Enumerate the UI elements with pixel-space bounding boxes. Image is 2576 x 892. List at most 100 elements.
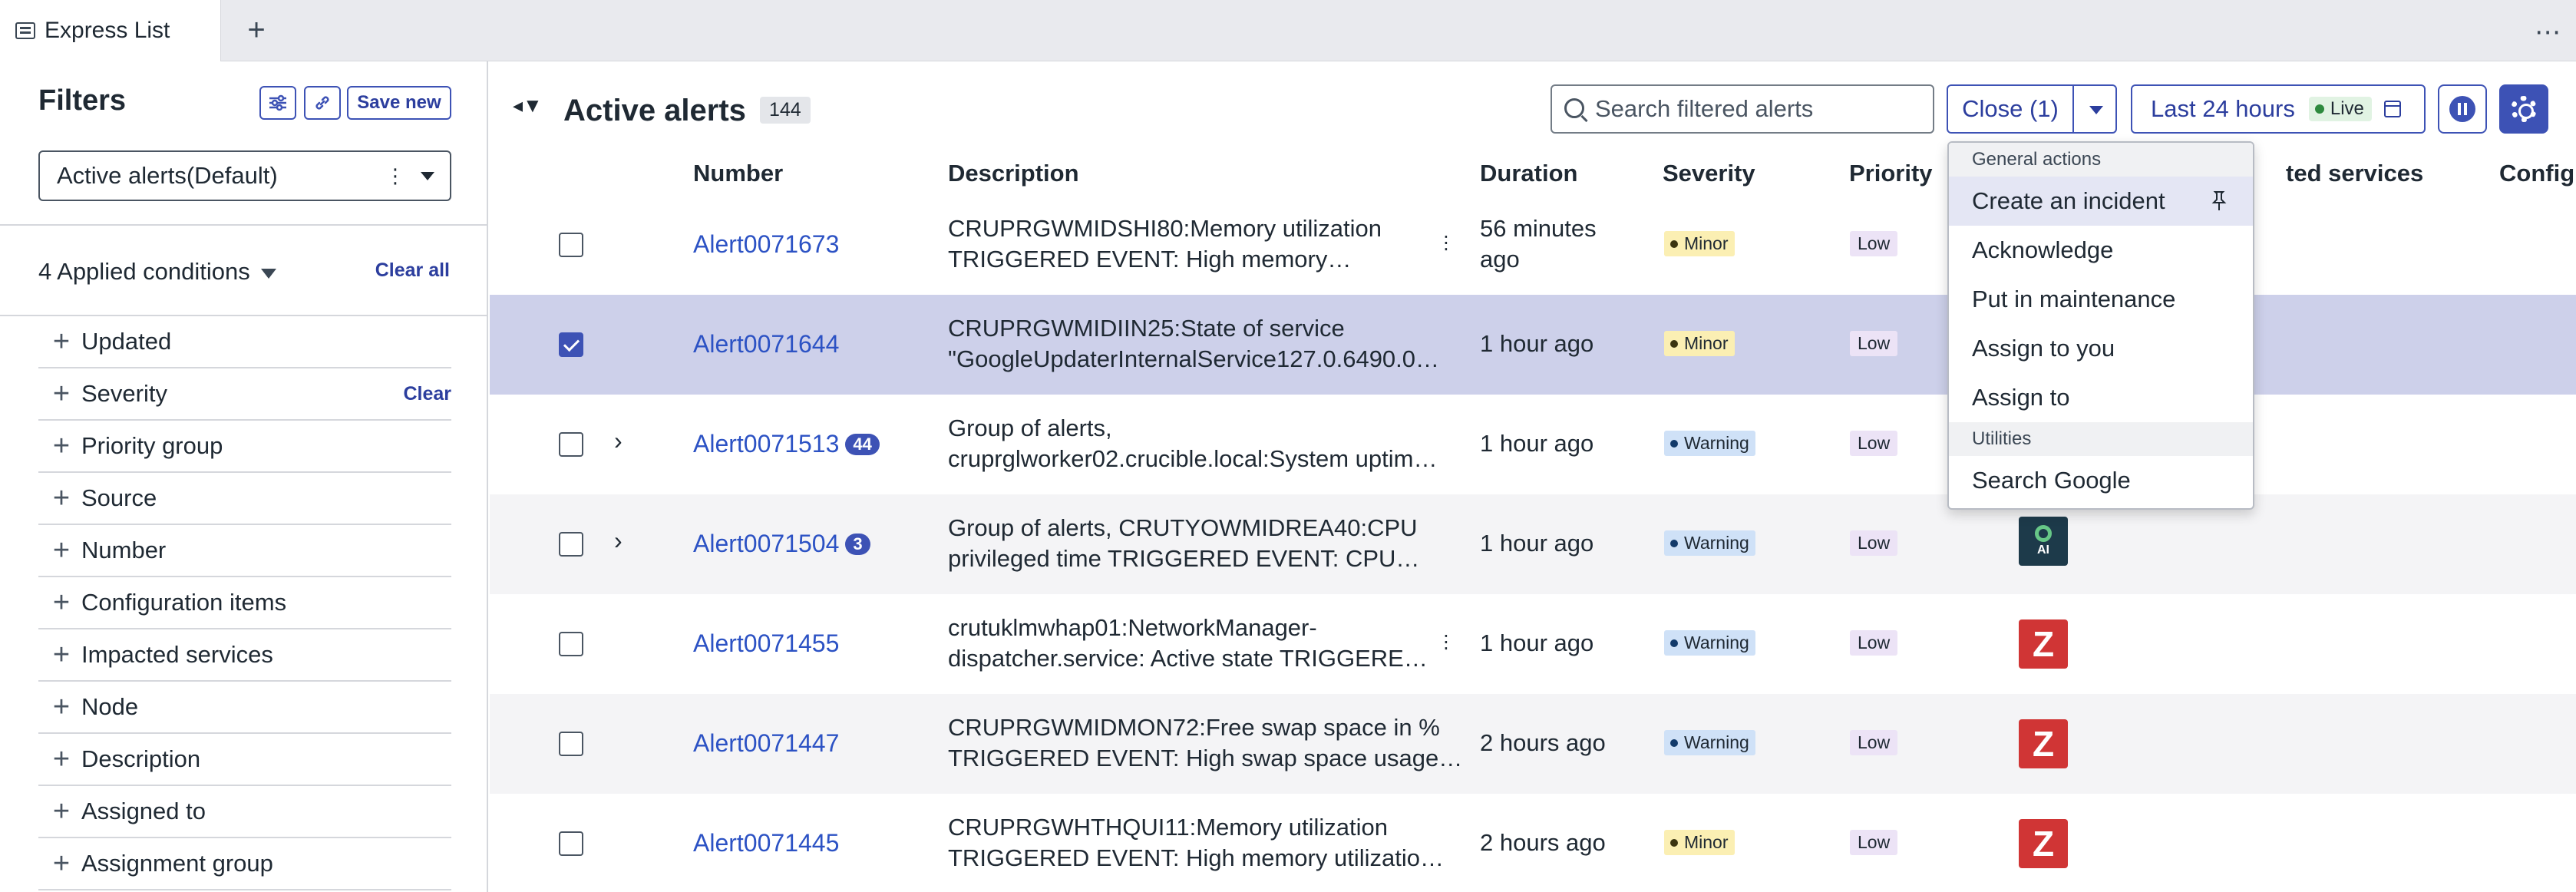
alert-number-link[interactable]: Alert0071513 44 [693,430,880,458]
column-number[interactable]: Number [693,160,783,187]
table-row[interactable]: › Alert0071513 44 Group of alerts, cruprglwo… [490,395,2576,494]
row-checkbox[interactable] [559,831,583,856]
alert-number[interactable]: Alert0071455 [693,629,839,658]
plus-icon[interactable]: + [38,430,81,463]
list-icon [15,22,35,39]
alert-number-link[interactable]: Alert0071455 [693,629,839,658]
row-checkbox[interactable] [559,632,583,656]
menu-item-put-in-maintenance[interactable]: Put in maintenance [1949,275,2253,324]
alert-number[interactable]: Alert0071504 [693,530,839,558]
chevron-right-icon[interactable]: › [614,527,623,555]
alert-number[interactable]: Alert0071513 [693,430,839,458]
plus-icon[interactable]: + [38,691,81,724]
description-line: CRUPRGWHTHQUI11:Memory utilization [948,814,1389,841]
clear-condition-link[interactable]: Clear [403,383,451,405]
filter-condition-source[interactable]: + Source [38,473,451,525]
pin-icon[interactable] [2211,190,2227,212]
alert-description: CRUPRGWMIDIIN25:State of service "GoogleU… [948,313,1478,375]
plus-icon[interactable]: + [38,586,81,619]
alert-number[interactable]: Alert0071644 [693,330,839,358]
severity-dot-icon [1670,439,1678,448]
plus-icon[interactable]: + [38,743,81,776]
row-checkbox[interactable] [559,732,583,756]
pause-button[interactable] [2438,84,2487,134]
column-severity[interactable]: Severity [1663,160,1755,187]
filter-condition-assignment-group[interactable]: + Assignment group [38,838,451,890]
clear-all-link[interactable]: Clear all [375,259,450,282]
column-impacted-services[interactable]: ted services [2286,160,2423,187]
row-checkbox[interactable] [559,233,583,257]
severity-badge: Warning [1664,630,1755,656]
kebab-icon[interactable]: ⋮ [1437,232,1455,254]
table-row[interactable]: Alert0071644 CRUPRGWMIDIIN25:State of ser… [490,295,2576,395]
chevron-right-icon[interactable]: › [614,427,623,455]
filter-condition-number[interactable]: + Number [38,525,451,577]
alert-number-link[interactable]: Alert0071445 [693,829,839,857]
alert-number-link[interactable]: Alert0071644 [693,330,839,358]
copy-link-button[interactable] [304,86,341,120]
table-row[interactable]: Alert0071455 crutuklmwhap01:NetworkManage… [490,594,2576,694]
alert-number-link[interactable]: Alert0071447 [693,729,839,758]
divider [0,224,488,226]
alert-number-link[interactable]: Alert0071673 [693,230,839,259]
duration-line: 1 hour ago [1480,330,1594,357]
table-row[interactable]: Alert0071673 CRUPRGWMIDSHI80:Memory utili… [490,195,2576,295]
close-button[interactable]: Close (1) [1948,86,2074,132]
filter-condition-priority-group[interactable]: + Priority group [38,421,451,473]
table-row[interactable]: Alert0071445 CRUPRGWHTHQUI11:Memory utili… [490,794,2576,892]
kebab-icon[interactable]: ⋮ [385,164,405,188]
time-range-button[interactable]: Last 24 hours Live [2131,84,2426,134]
menu-item-search-google[interactable]: Search Google [1949,456,2253,505]
plus-icon[interactable]: + [38,325,81,358]
filter-condition-description[interactable]: + Description [38,734,451,786]
plus-icon[interactable]: + [38,482,81,515]
condition-label: Impacted services [81,641,273,668]
row-checkbox[interactable] [559,432,583,457]
alert-number[interactable]: Alert0071445 [693,829,839,857]
search-input[interactable]: Search filtered alerts [1551,84,1934,134]
settings-button[interactable] [2499,84,2548,134]
priority-badge: Low [1850,830,1898,855]
close-actions-dropdown-button[interactable] [2074,86,2115,132]
kebab-icon[interactable]: ⋮ [1437,631,1455,653]
alert-number-link[interactable]: Alert0071504 3 [693,530,870,558]
menu-item-create-an-incident[interactable]: Create an incident [1949,177,2253,226]
duration-line: 56 minutes [1480,215,1597,242]
menu-item-acknowledge[interactable]: Acknowledge [1949,226,2253,275]
filter-condition-assigned-to[interactable]: + Assigned to [38,786,451,838]
row-checkbox[interactable] [559,332,583,357]
alert-number[interactable]: Alert0071673 [693,230,839,259]
plus-icon[interactable]: + [38,534,81,567]
filter-condition-impacted-services[interactable]: + Impacted services [38,629,451,682]
description-line: TRIGGERED EVENT: High swap space usage… [948,745,1463,771]
column-duration[interactable]: Duration [1480,160,1577,187]
save-new-button[interactable]: Save new [347,86,451,120]
menu-group-utilities: Utilities [1949,422,2253,456]
plus-icon[interactable]: + [38,639,81,672]
filter-condition-updated[interactable]: + Updated [38,316,451,368]
collapse-filters-icon[interactable]: ◂▼ [513,94,543,117]
view-select[interactable]: Active alerts(Default) ⋮ [38,150,451,201]
table-row[interactable]: Alert0071447 CRUPRGWMIDMON72:Free swap sp… [490,694,2576,794]
column-description[interactable]: Description [948,160,1079,187]
alert-number[interactable]: Alert0071447 [693,729,839,758]
menu-item-assign-to[interactable]: Assign to [1949,373,2253,422]
column-priority[interactable]: Priority [1849,160,1933,187]
chevron-down-icon [421,172,434,180]
plus-icon[interactable]: + [38,795,81,828]
filter-settings-button[interactable] [259,86,296,120]
table-row[interactable]: › Alert0071504 3 Group of alerts, CRUTYOWMI… [490,494,2576,594]
severity-badge: Minor [1664,331,1735,356]
row-checkbox[interactable] [559,532,583,557]
menu-item-assign-to-you[interactable]: Assign to you [1949,324,2253,373]
column-configuration-items[interactable]: Configu [2499,160,2576,187]
filter-condition-node[interactable]: + Node [38,682,451,734]
filter-condition-configuration-items[interactable]: + Configuration items [38,577,451,629]
more-options-icon[interactable]: ⋯ [2535,17,2562,48]
plus-icon[interactable]: + [38,378,81,411]
severity-label: Warning [1684,533,1749,553]
tab-express-list[interactable]: Express List [0,0,221,61]
new-tab-button[interactable]: + [236,11,276,51]
plus-icon[interactable]: + [38,847,81,880]
filter-condition-severity[interactable]: + Severity Clear [38,368,451,421]
